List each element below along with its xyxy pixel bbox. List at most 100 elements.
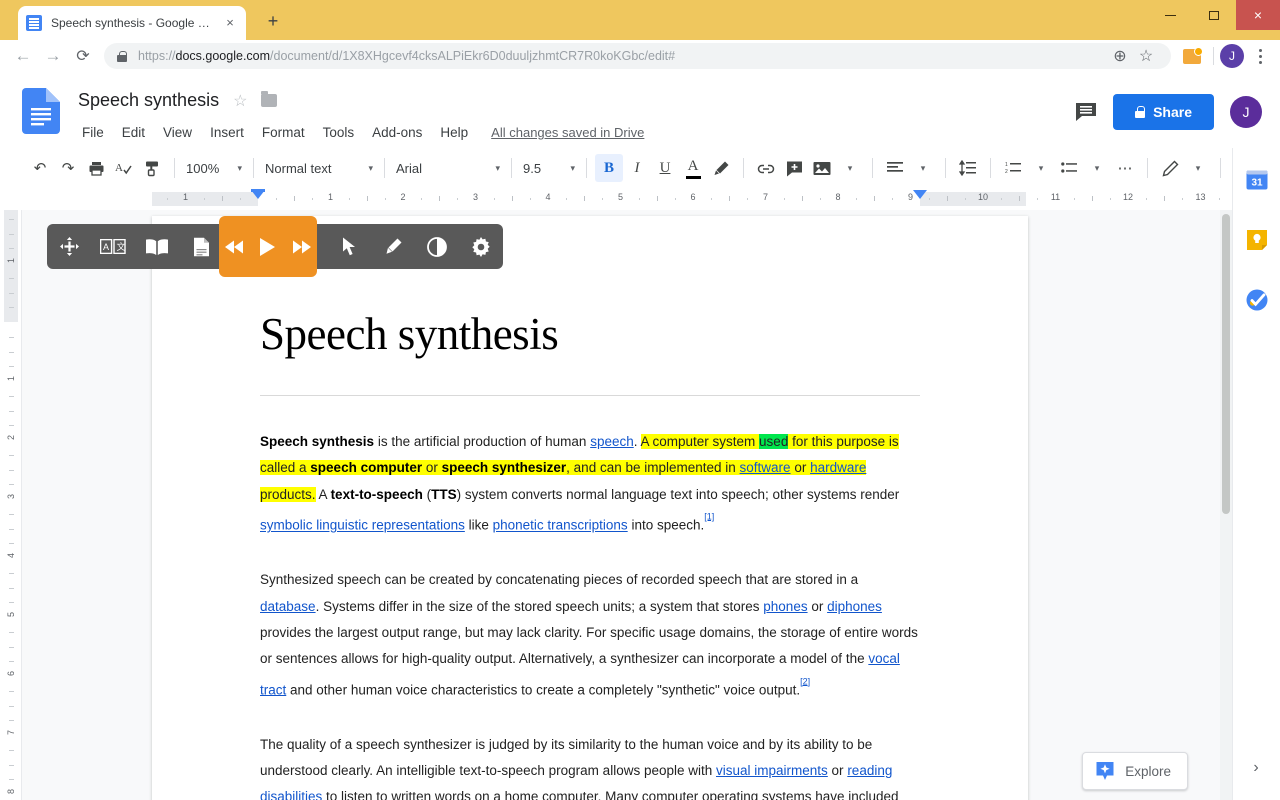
comment-icon[interactable] bbox=[1075, 102, 1097, 122]
print-icon[interactable] bbox=[82, 154, 110, 182]
document-link[interactable]: visual impairments bbox=[716, 763, 828, 778]
undo-icon[interactable]: ↶ bbox=[26, 154, 54, 182]
text-to-speech-toolbar[interactable]: A文 bbox=[47, 224, 503, 269]
explore-button[interactable]: Explore bbox=[1082, 752, 1188, 790]
edit-mode-caret[interactable]: ▾ bbox=[1184, 154, 1212, 182]
document-link[interactable]: database bbox=[260, 599, 316, 614]
account-avatar[interactable]: J bbox=[1230, 96, 1262, 128]
close-window-button[interactable]: × bbox=[1236, 0, 1280, 30]
document-link[interactable]: diphones bbox=[827, 599, 882, 614]
share-button[interactable]: Share bbox=[1113, 94, 1214, 130]
move-handle-icon[interactable] bbox=[47, 224, 91, 269]
font-size-select[interactable]: 9.5 ▾ bbox=[520, 155, 578, 181]
back-icon[interactable]: ← bbox=[8, 41, 38, 71]
underline-button[interactable]: U bbox=[651, 154, 679, 182]
edit-pencil-icon[interactable] bbox=[1156, 154, 1184, 182]
citation-link[interactable]: [1] bbox=[704, 511, 714, 521]
screen-mask-icon[interactable] bbox=[415, 224, 459, 269]
kebab-menu-icon[interactable] bbox=[1248, 43, 1272, 69]
menu-addons[interactable]: Add-ons bbox=[363, 122, 431, 143]
left-indent-marker[interactable] bbox=[251, 190, 265, 199]
document-link[interactable]: software bbox=[740, 460, 791, 475]
ruler-tick bbox=[1092, 196, 1093, 201]
bookmark-star-icon[interactable]: ☆ bbox=[1133, 43, 1159, 69]
play-icon[interactable] bbox=[252, 216, 283, 277]
ruler-subtick bbox=[240, 198, 241, 200]
highlight-pen-icon[interactable] bbox=[707, 154, 735, 182]
numbered-list-icon[interactable]: 12 bbox=[999, 154, 1027, 182]
menu-edit[interactable]: Edit bbox=[113, 122, 154, 143]
paragraph-style-select[interactable]: Normal text ▾ bbox=[262, 155, 376, 181]
scrollbar-thumb[interactable] bbox=[1222, 214, 1230, 514]
document-page[interactable]: Speech synthesis Speech synthesis is the… bbox=[152, 216, 1028, 800]
bold-button[interactable]: B bbox=[595, 154, 623, 182]
star-icon[interactable]: ☆ bbox=[233, 91, 247, 111]
numbered-list-caret[interactable]: ▾ bbox=[1027, 154, 1055, 182]
align-caret[interactable]: ▾ bbox=[909, 154, 937, 182]
browser-profile-avatar[interactable]: J bbox=[1220, 44, 1244, 68]
right-indent-marker[interactable] bbox=[913, 190, 927, 199]
paint-format-icon[interactable] bbox=[138, 154, 166, 182]
menu-file[interactable]: File bbox=[78, 122, 113, 143]
reload-icon[interactable]: ⟳ bbox=[68, 41, 98, 71]
font-family-value: Arial bbox=[396, 161, 422, 176]
ruler-tick bbox=[9, 366, 14, 367]
insert-image-icon[interactable] bbox=[808, 154, 836, 182]
bulleted-list-icon[interactable] bbox=[1055, 154, 1083, 182]
dictionary-book-icon[interactable] bbox=[135, 224, 179, 269]
document-link[interactable]: symbolic linguistic representations bbox=[260, 518, 465, 533]
address-bar[interactable]: https://docs.google.com/document/d/1X8XH… bbox=[104, 43, 1171, 69]
extension-icon[interactable] bbox=[1183, 49, 1201, 64]
google-docs-logo[interactable] bbox=[22, 88, 60, 134]
zoom-icon[interactable]: ⊕ bbox=[1107, 43, 1133, 69]
document-link[interactable]: hardware bbox=[810, 460, 866, 475]
text-color-button[interactable]: A bbox=[679, 154, 707, 182]
google-tasks-icon[interactable] bbox=[1245, 288, 1269, 312]
align-icon[interactable] bbox=[881, 154, 909, 182]
expand-rail-icon[interactable]: › bbox=[1244, 756, 1268, 780]
spellcheck-icon[interactable]: A bbox=[110, 154, 138, 182]
rewind-icon[interactable] bbox=[219, 216, 250, 277]
close-icon[interactable]: × bbox=[222, 15, 238, 31]
minimize-button[interactable] bbox=[1148, 0, 1192, 30]
menu-view[interactable]: View bbox=[154, 122, 201, 143]
bulleted-list-caret[interactable]: ▾ bbox=[1083, 154, 1111, 182]
ruler-number: 11 bbox=[1051, 192, 1060, 202]
insert-image-caret[interactable]: ▾ bbox=[836, 154, 864, 182]
zoom-select[interactable]: 100% ▾ bbox=[183, 155, 245, 181]
move-to-folder-icon[interactable] bbox=[261, 94, 277, 107]
add-comment-icon[interactable] bbox=[780, 154, 808, 182]
browser-tab[interactable]: Speech synthesis - Google Docs × bbox=[18, 6, 246, 40]
insert-link-icon[interactable] bbox=[752, 154, 780, 182]
font-family-select[interactable]: Arial ▾ bbox=[393, 155, 503, 181]
text-document-icon[interactable] bbox=[179, 224, 223, 269]
new-tab-button[interactable]: + bbox=[262, 11, 284, 33]
page-title[interactable]: Speech synthesis bbox=[78, 90, 219, 111]
document-link[interactable]: phones bbox=[763, 599, 807, 614]
vertical-ruler[interactable]: 112345678 bbox=[0, 210, 22, 800]
line-spacing-icon[interactable] bbox=[954, 154, 982, 182]
horizontal-ruler[interactable]: 112345678910111213 bbox=[0, 188, 1232, 210]
menu-help[interactable]: Help bbox=[431, 122, 477, 143]
more-options-icon[interactable]: ⋯ bbox=[1111, 154, 1139, 182]
redo-icon[interactable]: ↷ bbox=[54, 154, 82, 182]
text-color-swatch bbox=[686, 176, 701, 179]
italic-button[interactable]: I bbox=[623, 154, 651, 182]
google-keep-icon[interactable] bbox=[1245, 228, 1269, 252]
forward-icon[interactable]: → bbox=[38, 41, 68, 71]
document-link[interactable]: speech bbox=[590, 434, 634, 449]
citation-link[interactable]: [2] bbox=[800, 676, 810, 686]
document-link[interactable]: phonetic transcriptions bbox=[493, 518, 628, 533]
cursor-pointer-icon[interactable] bbox=[327, 224, 371, 269]
canvas-scrollbar[interactable] bbox=[1220, 210, 1232, 800]
menu-format[interactable]: Format bbox=[253, 122, 314, 143]
menu-insert[interactable]: Insert bbox=[201, 122, 253, 143]
menu-tools[interactable]: Tools bbox=[314, 122, 364, 143]
settings-gear-icon[interactable] bbox=[459, 224, 503, 269]
highlighter-icon[interactable] bbox=[371, 224, 415, 269]
translate-icon[interactable]: A文 bbox=[91, 224, 135, 269]
maximize-button[interactable] bbox=[1192, 0, 1236, 30]
save-status[interactable]: All changes saved in Drive bbox=[491, 125, 644, 140]
google-calendar-icon[interactable]: 31 bbox=[1245, 168, 1269, 192]
fast-forward-icon[interactable] bbox=[286, 216, 317, 277]
